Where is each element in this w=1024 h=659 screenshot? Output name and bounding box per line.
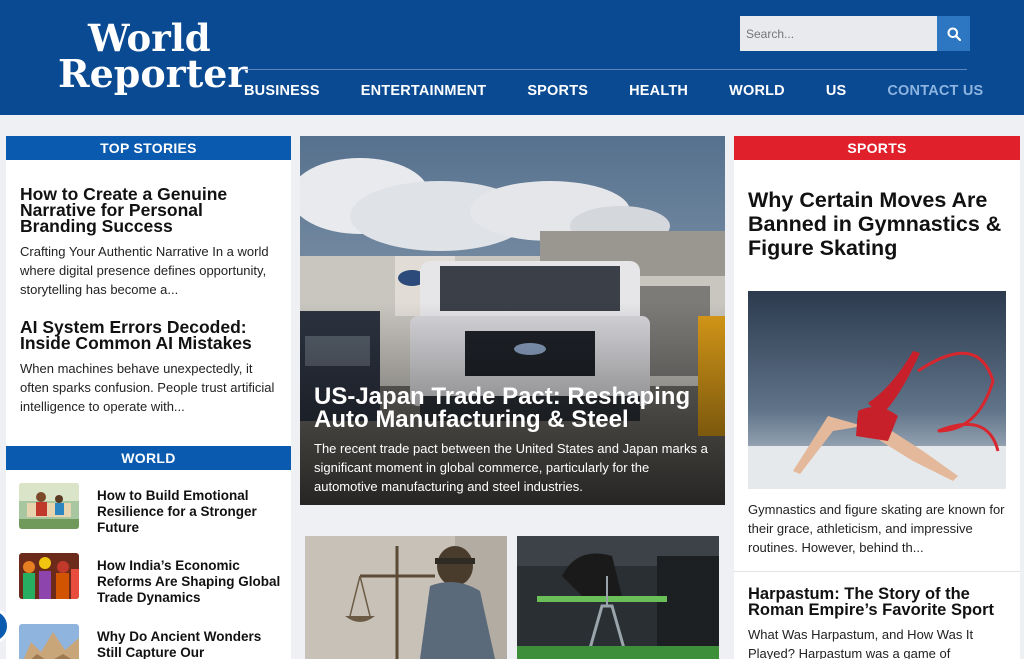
sports-feature-title[interactable]: Why Certain Moves Are Banned in Gymnasti… <box>748 188 1010 260</box>
nav-us[interactable]: US <box>826 83 847 99</box>
hero-description: The recent trade pact between the United… <box>314 441 708 494</box>
top-stories-heading: TOP STORIES <box>6 136 291 160</box>
sports-article-title[interactable]: Harpastum: The Story of the Roman Empire… <box>748 586 1010 619</box>
main-nav: BUSINESS ENTERTAINMENT SPORTS HEALTH WOR… <box>244 83 983 99</box>
left-column: TOP STORIES How to Create a Genuine Narr… <box>6 136 291 659</box>
article-thumbnail-3d-printer[interactable] <box>517 536 719 659</box>
nav-sports[interactable]: SPORTS <box>527 83 588 99</box>
site-header: World Reporter BUSINESS ENTERTAINMENT SP… <box>0 0 1024 115</box>
world-item-title[interactable]: Why Do Ancient Wonders Still Capture Our <box>97 629 282 659</box>
site-logo[interactable]: World Reporter <box>58 20 248 96</box>
search-button[interactable] <box>937 16 970 51</box>
world-heading: WORLD <box>6 446 291 470</box>
article-thumbnail-justice[interactable] <box>305 536 507 659</box>
nav-divider <box>241 69 967 70</box>
sports-divider <box>734 571 1020 572</box>
world-item-title[interactable]: How to Build Emotional Resilience for a … <box>97 488 282 536</box>
search-input[interactable] <box>740 16 937 51</box>
nav-world[interactable]: WORLD <box>729 83 785 99</box>
thumbnail-image[interactable] <box>19 553 79 599</box>
search-bar <box>740 16 970 51</box>
sports-heading: SPORTS <box>734 136 1020 160</box>
top-story-title[interactable]: How to Create a Genuine Narrative for Pe… <box>20 185 282 235</box>
top-story-item[interactable]: How to Create a Genuine Narrative for Pe… <box>20 185 282 299</box>
nav-health[interactable]: HEALTH <box>629 83 688 99</box>
nav-contact-us[interactable]: CONTACT US <box>887 83 983 99</box>
world-list-item[interactable]: How India’s Economic Reforms Are Shaping… <box>19 553 282 606</box>
world-list-item[interactable]: Why Do Ancient Wonders Still Capture Our <box>19 624 281 659</box>
top-story-title[interactable]: AI System Errors Decoded: Inside Common … <box>20 318 282 352</box>
sports-article-excerpt: What Was Harpastum, and How Was It Playe… <box>748 627 974 659</box>
world-section: WORLD How to Build Emotional Resilience … <box>6 446 291 659</box>
sports-feature-excerpt: Gymnastics and figure skating are known … <box>748 502 1005 555</box>
world-list-item[interactable]: How to Build Emotional Resilience for a … <box>19 483 282 536</box>
sports-feature-image[interactable] <box>748 291 1006 489</box>
right-column: SPORTS Why Certain Moves Are Banned in G… <box>734 136 1020 659</box>
top-story-excerpt: Crafting Your Authentic Narrative In a w… <box>20 244 269 297</box>
nav-entertainment[interactable]: ENTERTAINMENT <box>361 83 487 99</box>
thumbnail-image[interactable] <box>19 483 79 529</box>
top-story-item[interactable]: AI System Errors Decoded: Inside Common … <box>20 318 282 416</box>
nav-business[interactable]: BUSINESS <box>244 83 320 99</box>
world-item-title[interactable]: How India’s Economic Reforms Are Shaping… <box>97 558 282 606</box>
hero-article[interactable]: US-Japan Trade Pact: Reshaping Auto Manu… <box>300 136 725 505</box>
hero-title[interactable]: US-Japan Trade Pact: Reshaping Auto Manu… <box>314 385 714 432</box>
top-story-excerpt: When machines behave unexpectedly, it of… <box>20 361 275 414</box>
logo-line-reporter: Reporter <box>58 51 248 96</box>
thumbnail-image[interactable] <box>19 624 79 659</box>
search-icon <box>947 27 961 41</box>
